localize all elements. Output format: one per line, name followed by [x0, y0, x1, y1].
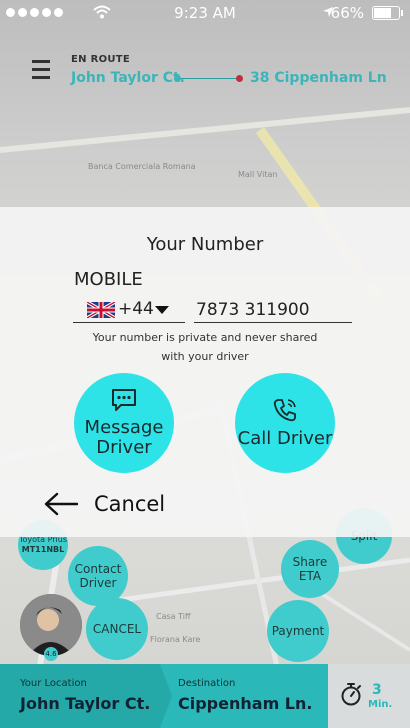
phone-number-input[interactable]	[194, 297, 352, 322]
route-origin: John Taylor Ct.	[71, 70, 186, 86]
chat-bubble-icon	[112, 389, 136, 411]
your-location-value: John Taylor Ct.	[20, 694, 151, 713]
privacy-note: Your number is private and never shared …	[92, 331, 318, 363]
eta-value: 3	[372, 682, 382, 698]
caret-down-icon	[155, 306, 169, 314]
driver-rating: 4.6	[44, 647, 58, 661]
destination-panel[interactable]: Destination Cippenham Ln.	[160, 664, 328, 728]
car-plate: MT11NBL	[21, 545, 65, 554]
map-label: Casa Tiff	[156, 612, 191, 621]
country-code: +44	[118, 299, 154, 319]
your-location-label: Your Location	[20, 678, 87, 689]
modal-title: Your Number	[146, 234, 264, 255]
country-code-select[interactable]: +44	[73, 297, 185, 323]
trip-summary-bar: Your Location John Taylor Ct. Destinatio…	[0, 664, 410, 728]
payment-button[interactable]: Payment	[267, 600, 329, 662]
map-label: Banca Comerciala Romana	[88, 162, 196, 171]
uk-flag-icon	[87, 302, 115, 318]
phone-ringing-icon	[273, 399, 296, 422]
eta-unit: Min.	[368, 699, 393, 710]
map-label: Florana Kare	[150, 635, 201, 644]
battery-percent: 66%	[330, 4, 364, 22]
phone-number-field[interactable]	[194, 297, 352, 323]
back-arrow-icon	[44, 492, 78, 516]
call-driver-label: Call Driver	[237, 428, 333, 449]
origin-dot-icon	[174, 75, 181, 82]
stopwatch-icon	[341, 683, 361, 706]
chevron-divider	[160, 664, 172, 728]
your-location-panel[interactable]: Your Location John Taylor Ct.	[0, 664, 160, 728]
route-line	[176, 78, 238, 79]
call-driver-button[interactable]: Call Driver	[235, 373, 335, 473]
destination-label: Destination	[178, 678, 236, 689]
phone-number-modal	[0, 207, 410, 537]
cancel-button[interactable]: Cancel	[44, 489, 165, 519]
eta-panel	[328, 664, 410, 728]
message-driver-label: Message Driver	[84, 417, 164, 458]
cancel-ride-button[interactable]: CANCEL	[86, 598, 148, 660]
contact-driver-button[interactable]: Contact Driver	[68, 546, 128, 606]
mobile-label: MOBILE	[74, 269, 143, 290]
destination-value: Cippenham Ln.	[178, 694, 313, 713]
destination-dot-icon	[236, 75, 243, 82]
status-bar: 9:23 AM 66%	[0, 0, 410, 26]
trip-status: EN ROUTE	[71, 54, 131, 65]
battery-icon	[372, 6, 403, 20]
map-label: Mall Vitan	[238, 170, 278, 179]
route-destination: 38 Cippenham Ln	[250, 70, 387, 86]
share-eta-button[interactable]: Share ETA	[281, 540, 339, 598]
cancel-label: Cancel	[94, 492, 166, 516]
message-driver-button[interactable]: Message Driver	[74, 373, 174, 473]
hamburger-menu-icon[interactable]	[32, 60, 50, 80]
